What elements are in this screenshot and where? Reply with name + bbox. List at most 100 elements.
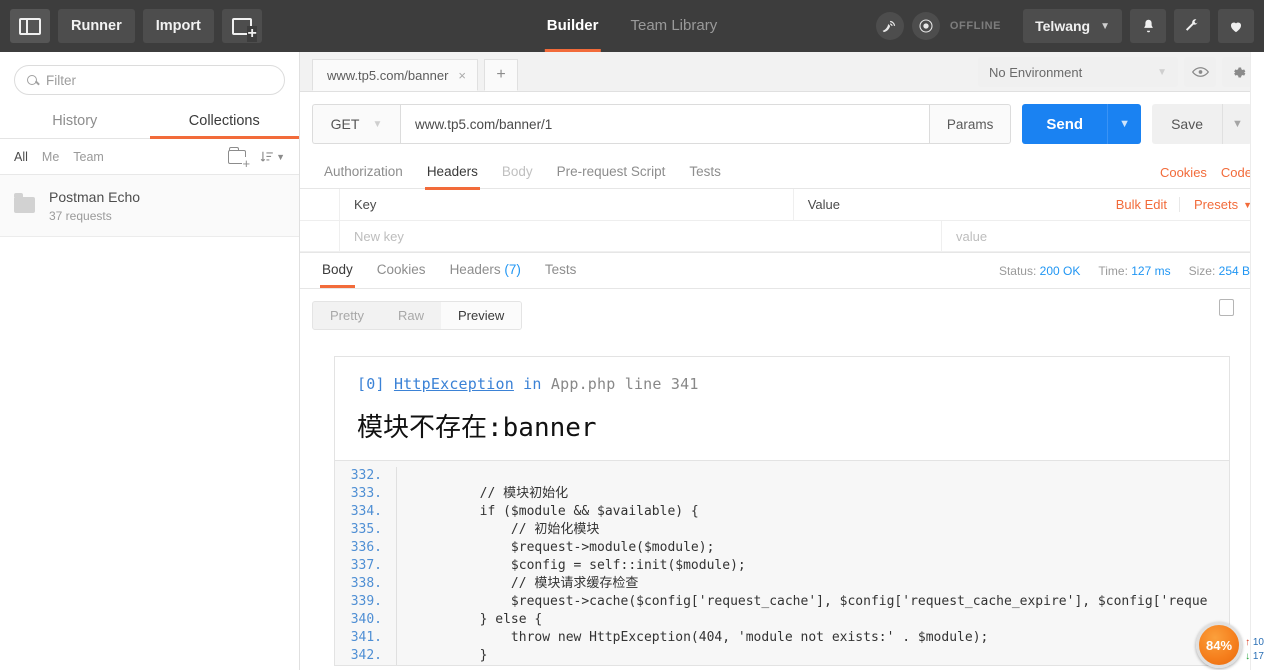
code-line: 338. // 模块请求缓存检查 [335,575,1229,593]
tab-authorization[interactable]: Authorization [312,157,415,189]
format-preview[interactable]: Preview [440,302,522,329]
new-key-input[interactable]: New key [340,221,942,251]
response-tab-headers[interactable]: Headers (7) [438,255,533,287]
exception-location-line: [0] HttpException in App.php line 341 [357,375,1207,393]
format-raw[interactable]: Raw [381,302,441,329]
satellite-icon[interactable] [875,12,904,40]
code-line: 340. } else { [335,611,1229,629]
response-format-row: Pretty Raw Preview [300,289,1264,330]
tab-headers[interactable]: Headers [415,157,490,190]
sidebar: History Collections All Me Team ▼ Postma… [0,52,300,670]
header-right-group: OFFLINE Telwang ▼ [875,9,1254,43]
tab-team-library[interactable]: Team Library [628,0,719,52]
tab-pre-request-script[interactable]: Pre-request Script [545,157,678,189]
environment-area: No Environment ▼ [978,57,1254,87]
search-input[interactable] [46,72,272,88]
user-menu-button[interactable]: Telwang ▼ [1023,9,1122,43]
code-line: 333. // 模块初始化 [335,485,1229,503]
scope-filter-team[interactable]: Team [73,150,104,164]
format-pretty[interactable]: Pretty [313,302,381,329]
line-code: $request->cache($config['request_cache']… [417,594,1208,609]
new-window-button[interactable] [221,9,262,43]
save-button[interactable]: Save [1152,104,1222,144]
request-tabstrip: www.tp5.com/banner × + No Environment ▼ [300,52,1264,92]
line-code: $config = self::init($module); [417,558,746,573]
sidebar-toggle-button[interactable] [10,9,50,43]
line-number: 339. [335,593,397,611]
chevron-down-icon: ▼ [1100,20,1110,32]
line-code: throw new HttpException(404, 'module not… [417,630,989,645]
line-number: 338. [335,575,397,593]
method-label: GET [330,116,360,132]
exception-class-link[interactable]: HttpException [394,375,514,393]
copy-icon[interactable] [1219,296,1238,316]
params-button[interactable]: Params [928,104,1012,144]
code-line: 335. // 初始化模块 [335,521,1229,539]
response-scrollbar[interactable] [1250,52,1264,670]
status-value: 200 OK [1039,263,1081,278]
scope-filter-all[interactable]: All [14,150,28,164]
response-tab-tests[interactable]: Tests [533,255,589,287]
main-panel: www.tp5.com/banner × + No Environment ▼ … [300,52,1264,670]
tab-body[interactable]: Body [490,157,545,189]
new-folder-icon[interactable] [228,146,251,170]
cookies-link[interactable]: Cookies [1160,165,1207,180]
user-name-label: Telwang [1035,18,1091,34]
select-all-cell [300,189,340,220]
column-header-value: Value [807,197,840,212]
zoom-level-badge[interactable]: 84% [1196,622,1242,668]
zoom-down-counter: ↓ 17 [1245,650,1264,664]
response-tab-body[interactable]: Body [310,255,365,288]
settings-wrench-button[interactable] [1174,9,1210,43]
send-options-button[interactable]: ▼ [1107,104,1142,144]
close-icon[interactable]: × [458,68,466,83]
exception-header: [0] HttpException in App.php line 341 [335,357,1229,393]
sidebar-tabs: History Collections [0,105,299,139]
add-request-tab-button[interactable]: + [484,59,518,91]
code-link[interactable]: Code [1221,165,1252,180]
response-tab-cookies[interactable]: Cookies [365,255,438,287]
environment-quick-look-button[interactable] [1184,57,1216,87]
zoom-counters: ↑ 10 ↓ 17 [1245,636,1264,664]
new-value-input[interactable]: value [942,221,1264,251]
url-input[interactable]: www.tp5.com/banner/1 [400,104,929,144]
line-code: $request->module($module); [417,540,715,555]
list-item[interactable]: Postman Echo 37 requests [0,175,299,237]
row-checkbox-cell[interactable] [300,221,340,251]
code-line: 337. $config = self::init($module); [335,557,1229,575]
status-stat: Status: 200 OK [999,264,1080,278]
scope-filter-me[interactable]: Me [42,150,59,164]
runner-button[interactable]: Runner [58,9,135,43]
sort-icon[interactable]: ▼ [260,150,285,164]
column-header-key: Key [340,189,794,220]
save-options-button[interactable]: ▼ [1222,104,1252,144]
filter-box[interactable] [14,65,285,95]
send-button[interactable]: Send [1022,104,1108,144]
request-tab[interactable]: www.tp5.com/banner × [312,59,478,91]
bulk-edit-link[interactable]: Bulk Edit [1116,197,1180,212]
code-line: 332. [335,467,1229,485]
request-tab-label: www.tp5.com/banner [327,67,449,83]
sync-status-icon[interactable] [911,12,940,40]
collections-toolbar: All Me Team ▼ [0,139,299,175]
favorites-heart-button[interactable] [1218,9,1254,43]
exception-in-word: in [523,375,542,393]
notifications-button[interactable] [1130,9,1166,43]
presets-dropdown[interactable]: Presets ▼ [1180,197,1252,212]
tab-builder[interactable]: Builder [544,0,601,52]
sidebar-tab-history[interactable]: History [0,105,150,138]
import-button[interactable]: Import [142,9,214,43]
sidebar-tab-collections[interactable]: Collections [149,105,300,139]
line-number: 341. [335,629,397,647]
code-line: 336. $request->module($module); [335,539,1229,557]
table-row[interactable]: New key value [300,221,1264,252]
method-select[interactable]: GET ▼ [312,104,400,144]
app-header: Runner Import Builder Team Library OFFLI… [0,0,1264,52]
exception-file: App.php line 341 [550,375,699,393]
code-block: 332. 333. // 模块初始化 334. if ($module && $… [335,461,1229,665]
zoom-up-counter: ↑ 10 [1245,636,1264,650]
environment-select[interactable]: No Environment ▼ [978,57,1178,87]
collection-name: Postman Echo [49,189,141,205]
tab-tests[interactable]: Tests [677,157,733,189]
